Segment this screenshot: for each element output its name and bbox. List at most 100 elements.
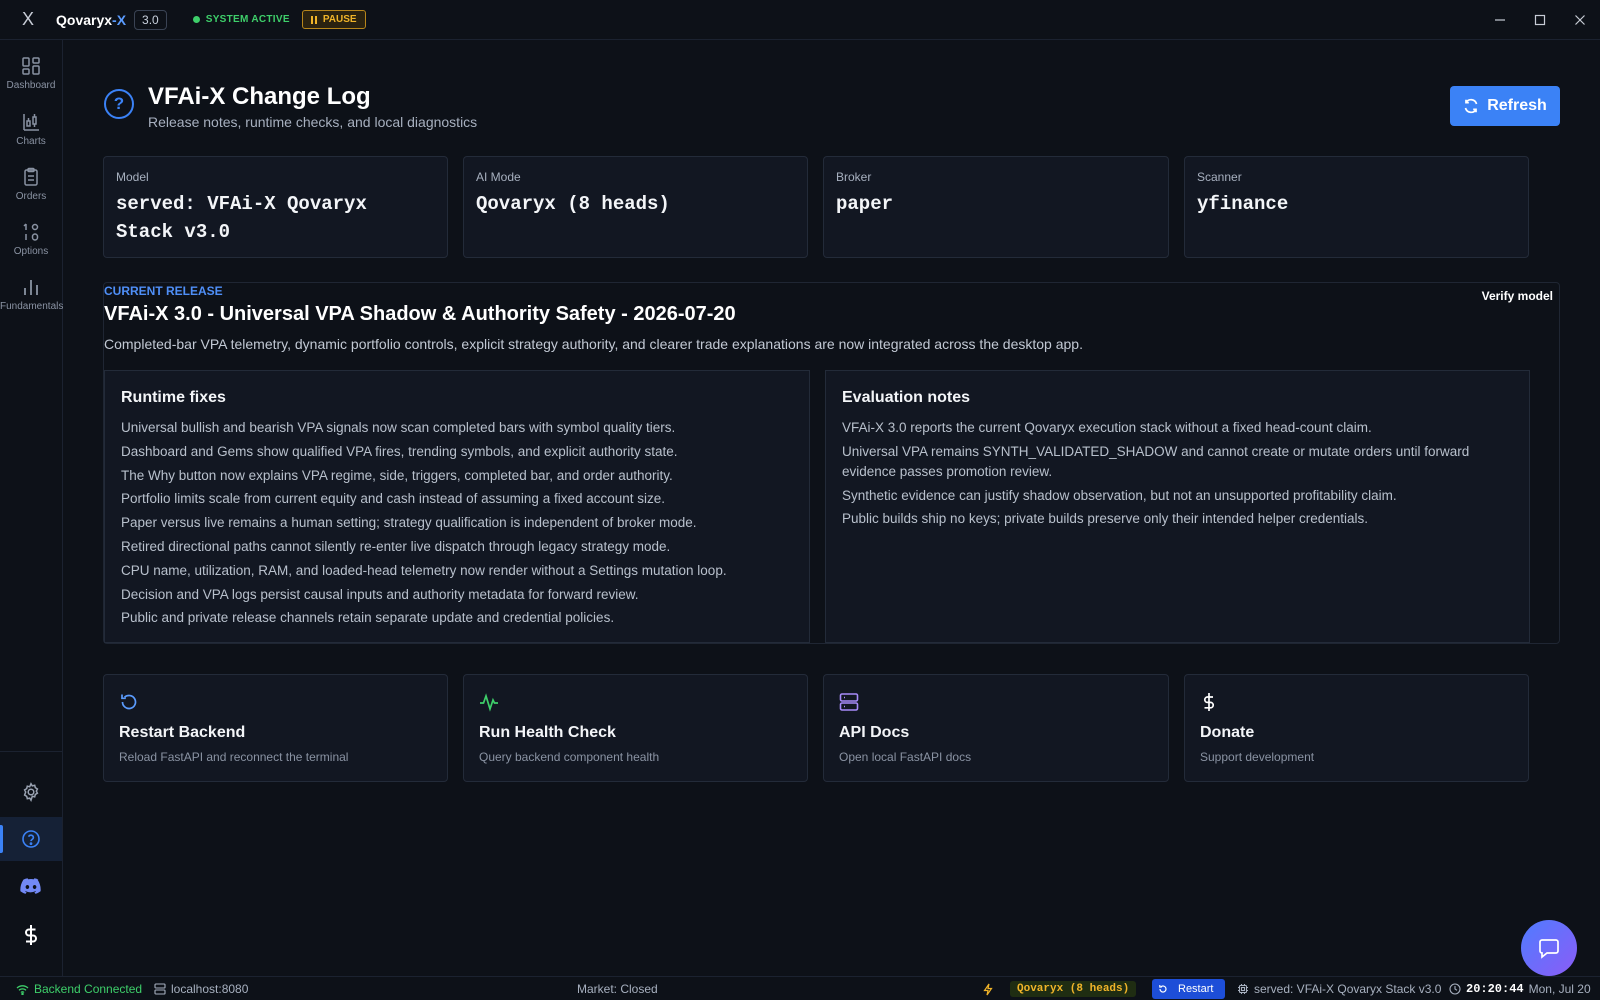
ai-mode-badge-label: Qovaryx (8 heads)	[1010, 981, 1137, 997]
list-item: Retired directional paths cannot silentl…	[121, 538, 671, 554]
action-title: Restart Backend	[119, 724, 246, 741]
app-name-accent: -X	[112, 11, 127, 28]
restart-button[interactable]: Restart	[1152, 977, 1226, 1000]
close-button[interactable]	[1560, 0, 1600, 40]
cpu-icon	[1238, 984, 1248, 994]
minimize-button[interactable]	[1480, 0, 1520, 40]
release-title: VFAi-X 3.0 - Universal VPA Shadow & Auth…	[104, 303, 736, 325]
health-check-card[interactable]: Run Health Check Query backend component…	[463, 674, 808, 782]
api-docs-card[interactable]: API Docs Open local FastAPI docs	[823, 674, 1169, 782]
donate-button[interactable]	[0, 913, 62, 957]
server-icon	[154, 983, 166, 995]
release-description: Completed-bar VPA telemetry, dynamic por…	[104, 336, 1083, 352]
served-model-status: served: VFAi-X Qovaryx Stack v3.0	[1237, 977, 1441, 1000]
clock-time: 20:20:44	[1466, 982, 1524, 996]
list-item: Portfolio limits scale from current equi…	[121, 491, 666, 507]
bolt-icon	[983, 977, 993, 1000]
card-label: Scanner	[1197, 170, 1242, 184]
sidebar: Dashboard Charts Orders Options Fundamen…	[0, 40, 63, 976]
restart-icon	[1159, 985, 1167, 993]
action-subtitle: Support development	[1200, 750, 1315, 764]
market-status: Market: Closed	[577, 982, 658, 996]
version-badge: 3.0	[134, 9, 167, 30]
sidebar-item-fundamentals[interactable]: Fundamentals	[0, 277, 64, 312]
dashboard-icon	[22, 57, 40, 75]
fundamentals-icon	[24, 280, 38, 295]
broker-card: Broker paper	[823, 156, 1169, 258]
release-tag: CURRENT RELEASE	[104, 284, 223, 298]
sidebar-item-orders[interactable]: Orders	[0, 167, 62, 202]
gear-icon	[23, 782, 39, 802]
dollar-icon	[1204, 693, 1214, 711]
action-subtitle: Reload FastAPI and reconnect the termina…	[119, 750, 349, 764]
chat-button[interactable]	[1521, 920, 1577, 976]
current-release-panel: CURRENT RELEASE Verify model VFAi-X 3.0 …	[103, 282, 1560, 644]
refresh-icon	[1464, 98, 1478, 114]
card-value: served: VFAi-X Qovaryx Stack v3.0	[116, 193, 367, 243]
page-title: VFAi-X Change Log	[148, 83, 371, 110]
window-controls	[1480, 0, 1600, 40]
card-label: Broker	[836, 170, 872, 184]
action-title: Run Health Check	[479, 724, 616, 741]
card-label: AI Mode	[476, 170, 521, 184]
donate-card[interactable]: Donate Support development	[1184, 674, 1529, 782]
help-circle-icon: ?	[104, 89, 134, 119]
list-item: Universal VPA remains SYNTH_VALIDATED_SH…	[842, 443, 1470, 479]
served-model-label: served: VFAi-X Qovaryx Stack v3.0	[1254, 982, 1442, 996]
discord-icon	[20, 878, 41, 894]
backend-connection-status: Backend Connected	[16, 977, 142, 1000]
sidebar-divider	[0, 751, 62, 752]
sidebar-item-dashboard[interactable]: Dashboard	[0, 56, 62, 91]
sidebar-item-label: Fundamentals	[0, 301, 64, 312]
main-content: ? VFAi-X Change Log Release notes, runti…	[63, 40, 1600, 976]
list-item: Public and private release channels reta…	[121, 610, 615, 626]
pause-icon	[310, 15, 317, 24]
model-card: Model served: VFAi-X Qovaryx Stack v3.0	[103, 156, 448, 258]
charts-icon	[23, 114, 39, 131]
help-icon	[22, 830, 40, 848]
status-bar: Backend Connected localhost:8080 Market:…	[0, 976, 1600, 1000]
clock-icon	[1449, 983, 1461, 995]
evaluation-notes-heading: Evaluation notes	[842, 389, 971, 406]
help-button[interactable]	[0, 817, 62, 861]
ai-mode-card: AI Mode Qovaryx (8 heads)	[463, 156, 808, 258]
page-subtitle: Release notes, runtime checks, and local…	[148, 114, 478, 130]
server-icon	[839, 693, 859, 711]
sidebar-item-options[interactable]: Options	[0, 222, 62, 257]
settings-button[interactable]	[0, 770, 62, 814]
card-label: Model	[116, 170, 149, 184]
connection-label: Backend Connected	[34, 982, 143, 996]
discord-button[interactable]	[0, 864, 62, 908]
list-item: Paper versus live remains a human settin…	[121, 515, 697, 531]
verify-model-button[interactable]: Verify model	[1482, 289, 1553, 303]
refresh-button[interactable]: Refresh	[1450, 86, 1560, 126]
list-item: Universal bullish and bearish VPA signal…	[121, 420, 676, 435]
list-item: The Why button now explains VPA regime, …	[121, 467, 673, 483]
scanner-card: Scanner yfinance	[1184, 156, 1529, 258]
status-dot-icon	[192, 16, 200, 23]
runtime-fixes-heading: Runtime fixes	[121, 389, 226, 406]
card-value: yfinance	[1197, 193, 1289, 215]
list-item: Decision and VPA logs persist causal inp…	[121, 586, 639, 602]
system-status-label: SYSTEM ACTIVE	[205, 14, 290, 25]
app-logo: X	[21, 9, 34, 29]
action-title: API Docs	[839, 724, 910, 741]
dollar-icon	[25, 925, 37, 945]
action-title: Donate	[1200, 724, 1255, 741]
wifi-icon	[16, 984, 29, 995]
title-bar: X Qovaryx-X 3.0 SYSTEM ACTIVE PAUSE	[0, 0, 1600, 40]
activity-icon	[480, 693, 498, 712]
list-item: VFAi-X 3.0 reports the current Qovaryx e…	[842, 420, 1372, 435]
clock: 20:20:44 Mon, Jul 20	[1449, 977, 1591, 1000]
sidebar-item-charts[interactable]: Charts	[0, 112, 62, 147]
maximize-button[interactable]	[1520, 0, 1560, 40]
sidebar-item-label: Dashboard	[6, 80, 56, 91]
sidebar-item-label: Charts	[16, 136, 46, 147]
restart-backend-card[interactable]: Restart Backend Reload FastAPI and recon…	[103, 674, 448, 782]
list-item: Synthetic evidence can justify shadow ob…	[842, 487, 1397, 503]
system-status: SYSTEM ACTIVE	[192, 14, 290, 25]
ai-mode-badge: Qovaryx (8 heads)	[1010, 977, 1137, 1000]
pause-button[interactable]: PAUSE	[301, 10, 366, 29]
sidebar-item-label: Orders	[15, 191, 47, 202]
refresh-label: Refresh	[1487, 97, 1547, 114]
